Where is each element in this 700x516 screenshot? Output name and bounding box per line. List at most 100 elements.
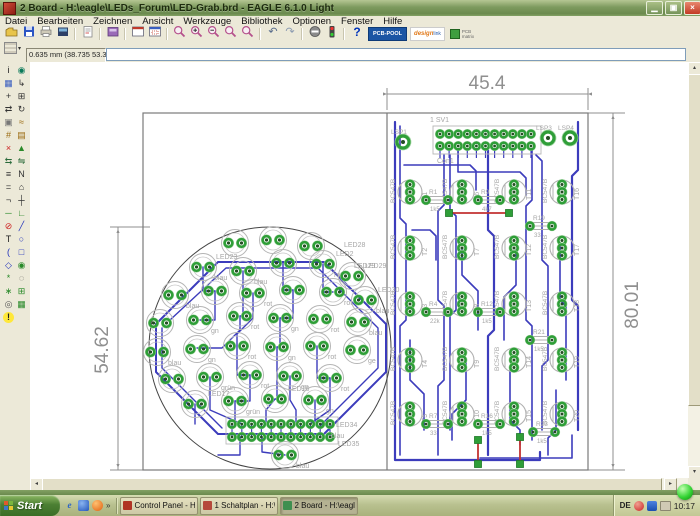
zoom-select-button[interactable] — [239, 27, 256, 41]
svg-text:BC547B: BC547B — [442, 235, 449, 259]
tool-group[interactable]: ▣ — [2, 116, 15, 129]
tool-polygon[interactable]: ◇ — [2, 259, 15, 272]
svg-text:Con1: Con1 — [437, 158, 454, 165]
switch-editor-button[interactable] — [104, 27, 121, 41]
tool-text[interactable]: T — [2, 233, 15, 246]
zoom-out-button[interactable] — [205, 27, 222, 41]
command-input[interactable] — [106, 48, 686, 61]
horizontal-scrollbar[interactable]: ◂ ▸ — [30, 478, 688, 490]
svg-text:LSP3: LSP3 — [536, 125, 552, 132]
design-link-button[interactable]: designlink — [410, 27, 445, 41]
tool-errors[interactable]: ! — [3, 312, 14, 323]
zoom-in-button[interactable] — [188, 27, 205, 41]
parameter-bar: ▾ 0.635 mm (38.735 53.340) — [0, 41, 700, 62]
tool-display[interactable]: ▦ — [2, 77, 15, 90]
select-window-button[interactable] — [146, 27, 163, 41]
tool-cut[interactable]: # — [2, 129, 15, 142]
start-button[interactable]: Start — [0, 495, 60, 516]
tool-show[interactable]: ◉ — [15, 64, 28, 77]
quicklaunch-internet-explorer-icon[interactable]: e — [64, 500, 75, 511]
tool-pinswap[interactable]: ⇆ — [2, 155, 15, 168]
close-button[interactable]: × — [684, 1, 700, 15]
task-button-2[interactable]: 1 Schaltplan - H:\eagl... — [200, 497, 278, 515]
tool-arc[interactable]: ( — [2, 246, 15, 259]
tool-auto[interactable]: ⊞ — [15, 285, 28, 298]
svg-text:LED2: LED2 — [336, 251, 354, 258]
tool-info[interactable]: i — [2, 64, 15, 77]
tool-hole[interactable]: ◌ — [15, 272, 28, 285]
save-button[interactable] — [20, 27, 37, 41]
shield-icon[interactable] — [647, 501, 657, 511]
tool-signal[interactable]: * — [2, 272, 15, 285]
help-button[interactable]: ? — [348, 27, 365, 41]
monitor-icon[interactable] — [660, 501, 671, 511]
tool-erc[interactable]: ◎ — [2, 298, 15, 311]
tool-rotate[interactable]: ↻ — [15, 103, 28, 116]
go-button[interactable] — [323, 27, 340, 41]
svg-text:33: 33 — [534, 233, 541, 239]
svg-text:R12: R12 — [481, 301, 493, 308]
quicklaunch-firefox-icon[interactable] — [92, 500, 103, 511]
svg-text:T20: T20 — [574, 410, 581, 422]
pcb-matrix-button[interactable]: PCBmatrix — [448, 28, 476, 40]
stop-button[interactable] — [306, 27, 323, 41]
tool-miter[interactable]: ¬ — [2, 194, 15, 207]
grid-button[interactable]: ▾ — [4, 42, 22, 54]
quicklaunch-messenger-icon[interactable] — [78, 500, 89, 511]
svg-text:T16: T16 — [574, 188, 581, 200]
tool-copy[interactable]: ⊞ — [15, 90, 28, 103]
tool-add[interactable]: ▲ — [15, 142, 28, 155]
task-button-3[interactable]: 2 Board - H:\eagle\LE... — [280, 497, 358, 515]
svg-text:LSP4: LSP4 — [558, 125, 574, 132]
svg-text:R9: R9 — [481, 189, 490, 196]
tool-via[interactable]: ◉ — [15, 259, 28, 272]
tool-drc[interactable]: ▦ — [15, 298, 28, 311]
tool-circle[interactable]: ○ — [15, 233, 28, 246]
redraw-window-button[interactable] — [129, 27, 146, 41]
svg-text:R1: R1 — [429, 189, 438, 196]
print-button[interactable] — [37, 27, 54, 41]
quicklaunch-more-chevron[interactable]: » — [106, 501, 110, 510]
vertical-scrollbar[interactable]: ▴ ▾ — [688, 62, 700, 478]
tool-move[interactable]: + — [2, 90, 15, 103]
tool-replace[interactable]: ⇋ — [15, 155, 28, 168]
tool-paste[interactable]: ▤ — [15, 129, 28, 142]
tool-smash[interactable]: ⌂ — [15, 181, 28, 194]
tool-wire[interactable]: ╱ — [15, 220, 28, 233]
tool-rect[interactable]: □ — [15, 246, 28, 259]
tool-lock[interactable]: ≡ — [2, 168, 15, 181]
menu-item-hilfe[interactable]: Hilfe — [378, 16, 407, 27]
minimize-button[interactable]: ▁ — [646, 1, 663, 15]
svg-text:gn: gn — [291, 326, 299, 333]
tool-change[interactable]: ≈ — [15, 116, 28, 129]
language-indicator[interactable]: DE — [620, 501, 631, 510]
cam-processor-button[interactable] — [54, 27, 71, 41]
tool-mirror[interactable]: ⇄ — [2, 103, 15, 116]
tool-route[interactable]: ∟ — [15, 207, 28, 220]
tool-optimize[interactable]: ─ — [2, 207, 15, 220]
tray-red-icon[interactable] — [634, 501, 644, 511]
run-script-button[interactable] — [79, 27, 96, 41]
tool-split[interactable]: ┼ — [15, 194, 28, 207]
tool-value[interactable]: = — [2, 181, 15, 194]
tool-ripup[interactable]: ⊘ — [2, 220, 15, 233]
board-canvas[interactable]: 45.480.0154.62LED23blaublauLED2rotLED29b… — [30, 62, 688, 478]
redo-button[interactable]: ↷ — [281, 27, 298, 41]
pcb-pool-button[interactable]: PCB-POOL — [368, 27, 407, 41]
undo-button[interactable]: ↶ — [264, 27, 281, 41]
task-button-1[interactable]: Control Panel - H:\ea... — [120, 497, 198, 515]
tool-mark[interactable]: ↳ — [15, 77, 28, 90]
task-icon — [283, 501, 292, 510]
svg-text:4k7: 4k7 — [482, 207, 492, 213]
vscroll-thumb[interactable] — [688, 74, 700, 406]
tool-name[interactable]: N — [15, 168, 28, 181]
title-bar[interactable]: 2 Board - H:\eagle\LEDs_Forum\LED-Grab.b… — [0, 0, 700, 16]
open-button[interactable] — [3, 27, 20, 41]
coordinate-display: 0.635 mm (38.735 53.340) — [26, 48, 106, 63]
zoom-redraw-button[interactable] — [222, 27, 239, 41]
tool-delete[interactable]: × — [2, 142, 15, 155]
zoom-fit-button[interactable] — [171, 27, 188, 41]
restore-button[interactable]: ▣ — [665, 1, 682, 15]
tool-ratsnest[interactable]: ∗ — [2, 285, 15, 298]
svg-text:rot: rot — [331, 327, 339, 334]
